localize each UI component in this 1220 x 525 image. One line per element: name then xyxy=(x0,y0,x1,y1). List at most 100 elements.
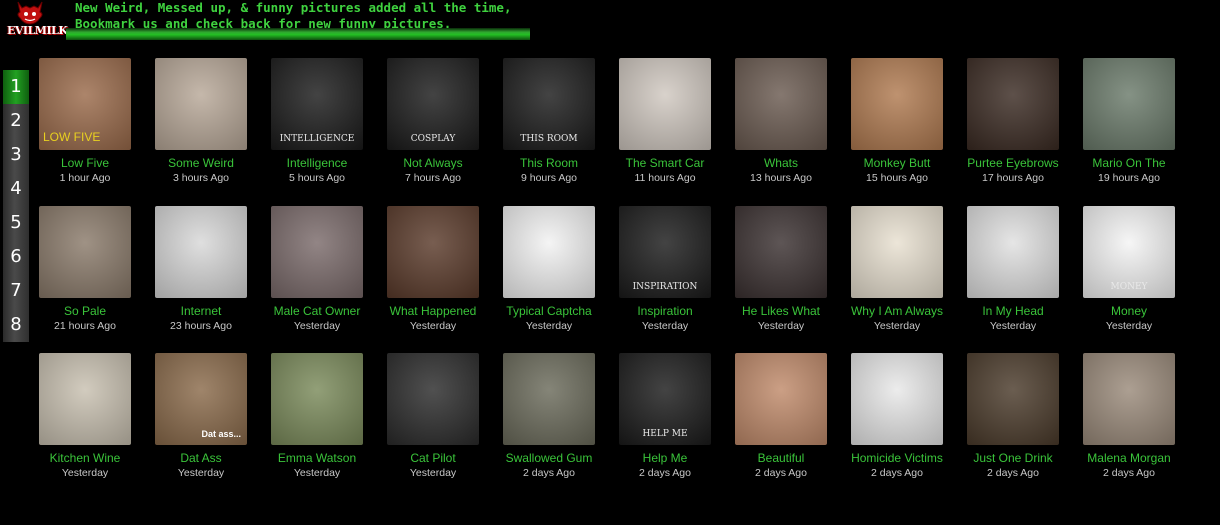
thumbnail-title-link[interactable]: Just One Drink xyxy=(955,451,1071,465)
thumbnail-title-link[interactable]: Help Me xyxy=(607,451,723,465)
thumbnail-image[interactable] xyxy=(735,206,827,298)
thumbnail-title-link[interactable]: Dat Ass xyxy=(143,451,259,465)
thumbnail-item[interactable]: The Smart Car 11 hours Ago xyxy=(607,58,723,185)
thumbnail-item[interactable]: Some Weird 3 hours Ago xyxy=(143,58,259,185)
thumbnail-image[interactable]: COSPLAY xyxy=(387,58,479,150)
thumbnail-item[interactable]: Cat Pilot Yesterday xyxy=(375,353,491,480)
thumbnail-image[interactable]: INSPIRATION xyxy=(619,206,711,298)
thumbnail-image[interactable] xyxy=(1083,353,1175,445)
thumbnail-title-link[interactable]: Beautiful xyxy=(723,451,839,465)
thumbnail-item[interactable]: Malena Morgan 2 days Ago xyxy=(1071,353,1187,480)
page-link-2[interactable]: 2 xyxy=(3,104,29,138)
thumbnail-timestamp: 13 hours Ago xyxy=(750,172,812,184)
thumbnail-item[interactable]: Mario On The 19 hours Ago xyxy=(1071,58,1187,185)
thumbnail-item[interactable]: Homicide Victims 2 days Ago xyxy=(839,353,955,480)
thumbnail-image[interactable] xyxy=(967,206,1059,298)
thumbnail-image[interactable] xyxy=(851,58,943,150)
thumbnail-image[interactable] xyxy=(735,58,827,150)
thumbnail-image[interactable] xyxy=(967,353,1059,445)
thumbnail-title-link[interactable]: He Likes What xyxy=(723,304,839,318)
thumbnail-image[interactable]: THIS ROOM xyxy=(503,58,595,150)
thumbnail-item[interactable]: In My Head Yesterday xyxy=(955,206,1071,333)
thumbnail-image[interactable]: HELP ME xyxy=(619,353,711,445)
thumbnail-item[interactable]: MONEY Money Yesterday xyxy=(1071,206,1187,333)
thumbnail-image[interactable] xyxy=(387,206,479,298)
thumbnail-item[interactable]: Monkey Butt 15 hours Ago xyxy=(839,58,955,185)
thumbnail-item[interactable]: Just One Drink 2 days Ago xyxy=(955,353,1071,480)
thumbnail-item[interactable]: INTELLIGENCE Intelligence 5 hours Ago xyxy=(259,58,375,185)
thumbnail-image[interactable] xyxy=(271,206,363,298)
thumbnail-item[interactable]: Swallowed Gum 2 days Ago xyxy=(491,353,607,480)
thumbnail-item[interactable]: Internet 23 hours Ago xyxy=(143,206,259,333)
thumbnail-title-link[interactable]: Male Cat Owner xyxy=(259,304,375,318)
thumbnail-image[interactable]: MONEY xyxy=(1083,206,1175,298)
page-link-5[interactable]: 5 xyxy=(3,206,29,240)
thumbnail-title-link[interactable]: Why I Am Always xyxy=(839,304,955,318)
thumbnail-image[interactable] xyxy=(619,58,711,150)
page-link-6[interactable]: 6 xyxy=(3,240,29,274)
thumbnail-image[interactable]: INTELLIGENCE xyxy=(271,58,363,150)
thumbnail-title-link[interactable]: Cat Pilot xyxy=(375,451,491,465)
thumbnail-title-link[interactable]: Low Five xyxy=(27,156,143,170)
thumbnail-title-link[interactable]: Kitchen Wine xyxy=(27,451,143,465)
thumbnail-image[interactable] xyxy=(851,353,943,445)
thumbnail-item[interactable]: INSPIRATION Inspiration Yesterday xyxy=(607,206,723,333)
thumbnail-item[interactable]: Dat ass... Dat Ass Yesterday xyxy=(143,353,259,480)
thumbnail-item[interactable]: Beautiful 2 days Ago xyxy=(723,353,839,480)
thumbnail-image[interactable]: Dat ass... xyxy=(155,353,247,445)
thumbnail-title-link[interactable]: Internet xyxy=(143,304,259,318)
thumbnail-image[interactable] xyxy=(387,353,479,445)
thumbnail-item[interactable]: Emma Watson Yesterday xyxy=(259,353,375,480)
thumbnail-title-link[interactable]: Malena Morgan xyxy=(1071,451,1187,465)
thumbnail-item[interactable]: Kitchen Wine Yesterday xyxy=(27,353,143,480)
logo[interactable]: EVILMILK xyxy=(4,0,68,42)
thumbnail-title-link[interactable]: The Smart Car xyxy=(607,156,723,170)
thumbnail-image[interactable] xyxy=(39,353,131,445)
thumbnail-title-link[interactable]: So Pale xyxy=(27,304,143,318)
thumbnail-title-link[interactable]: This Room xyxy=(491,156,607,170)
thumbnail-item[interactable]: THIS ROOM This Room 9 hours Ago xyxy=(491,58,607,185)
thumbnail-image[interactable] xyxy=(155,206,247,298)
thumbnail-item[interactable]: So Pale 21 hours Ago xyxy=(27,206,143,333)
page-link-8[interactable]: 8 xyxy=(3,308,29,342)
thumbnail-title-link[interactable]: Monkey Butt xyxy=(839,156,955,170)
thumbnail-title-link[interactable]: Whats xyxy=(723,156,839,170)
thumbnail-title-link[interactable]: Emma Watson xyxy=(259,451,375,465)
thumbnail-item[interactable]: Whats 13 hours Ago xyxy=(723,58,839,185)
thumbnail-image[interactable] xyxy=(503,353,595,445)
thumbnail-image[interactable]: LOW FIVE xyxy=(39,58,131,150)
thumbnail-image[interactable] xyxy=(967,58,1059,150)
thumbnail-item[interactable]: He Likes What Yesterday xyxy=(723,206,839,333)
thumbnail-item[interactable]: COSPLAY Not Always 7 hours Ago xyxy=(375,58,491,185)
thumbnail-item[interactable]: Male Cat Owner Yesterday xyxy=(259,206,375,333)
thumbnail-item[interactable]: HELP ME Help Me 2 days Ago xyxy=(607,353,723,480)
thumbnail-title-link[interactable]: Swallowed Gum xyxy=(491,451,607,465)
thumbnail-item[interactable]: Typical Captcha Yesterday xyxy=(491,206,607,333)
thumbnail-image[interactable] xyxy=(39,206,131,298)
thumbnail-item[interactable]: Purtee Eyebrows 17 hours Ago xyxy=(955,58,1071,185)
thumbnail-title-link[interactable]: Intelligence xyxy=(259,156,375,170)
page-link-3[interactable]: 3 xyxy=(3,138,29,172)
thumbnail-image[interactable] xyxy=(851,206,943,298)
thumbnail-title-link[interactable]: Some Weird xyxy=(143,156,259,170)
thumbnail-title-link[interactable]: Typical Captcha xyxy=(491,304,607,318)
thumbnail-image[interactable] xyxy=(735,353,827,445)
thumbnail-item[interactable]: Why I Am Always Yesterday xyxy=(839,206,955,333)
thumbnail-title-link[interactable]: In My Head xyxy=(955,304,1071,318)
thumbnail-title-link[interactable]: Not Always xyxy=(375,156,491,170)
thumbnail-image[interactable] xyxy=(155,58,247,150)
thumbnail-title-link[interactable]: Money xyxy=(1071,304,1187,318)
page-link-7[interactable]: 7 xyxy=(3,274,29,308)
thumbnail-title-link[interactable]: Homicide Victims xyxy=(839,451,955,465)
page-link-1[interactable]: 1 xyxy=(3,70,29,104)
thumbnail-item[interactable]: LOW FIVE Low Five 1 hour Ago xyxy=(27,58,143,185)
thumbnail-image[interactable] xyxy=(503,206,595,298)
thumbnail-title-link[interactable]: What Happened xyxy=(375,304,491,318)
thumbnail-title-link[interactable]: Inspiration xyxy=(607,304,723,318)
thumbnail-title-link[interactable]: Mario On The xyxy=(1071,156,1187,170)
thumbnail-image[interactable] xyxy=(271,353,363,445)
thumbnail-item[interactable]: What Happened Yesterday xyxy=(375,206,491,333)
thumbnail-title-link[interactable]: Purtee Eyebrows xyxy=(955,156,1071,170)
page-link-4[interactable]: 4 xyxy=(3,172,29,206)
thumbnail-image[interactable] xyxy=(1083,58,1175,150)
